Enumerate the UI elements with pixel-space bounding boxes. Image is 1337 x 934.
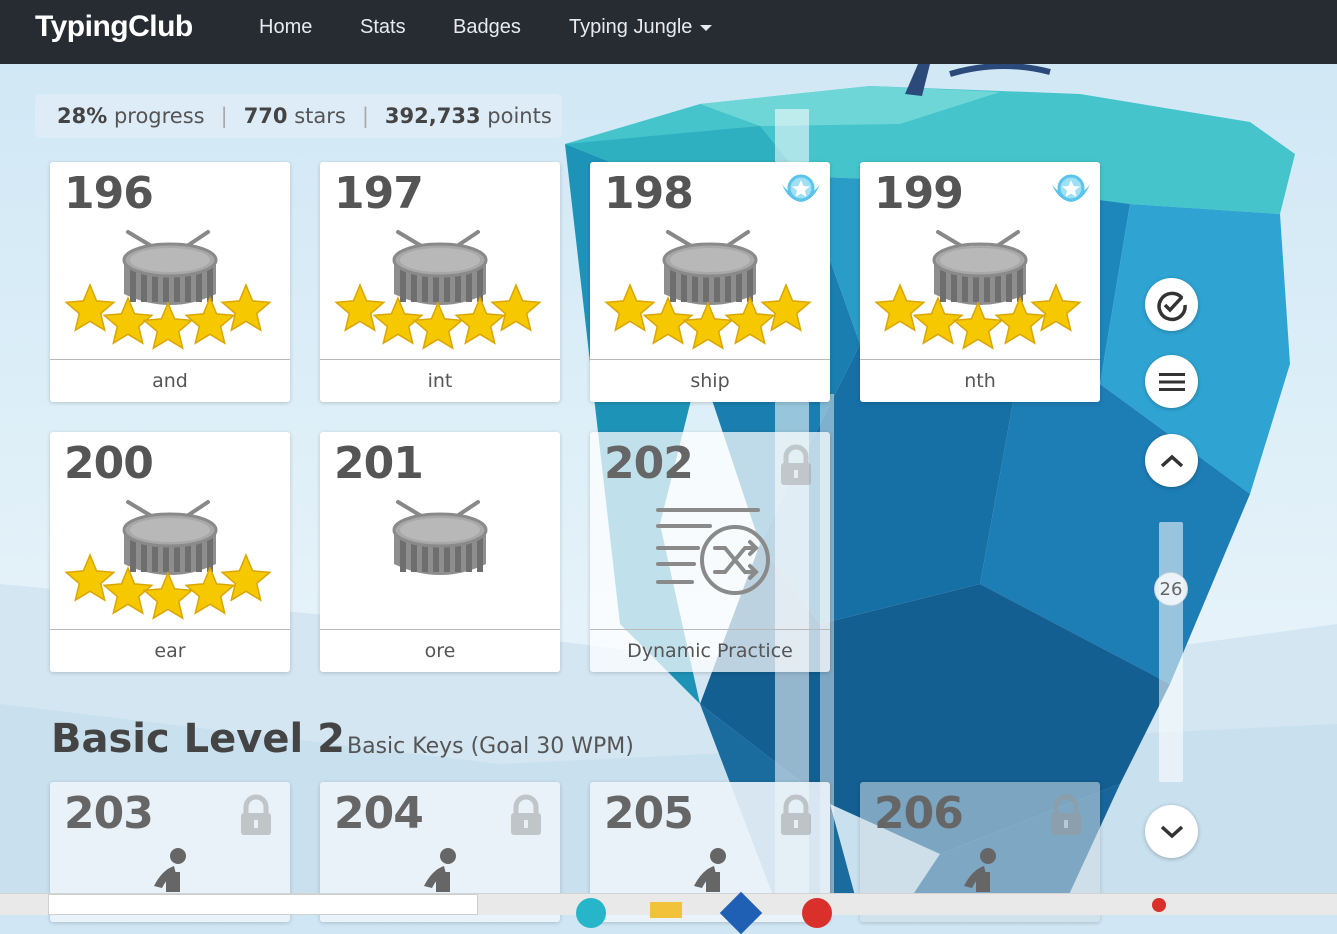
lesson-label: ship: [590, 359, 830, 402]
lesson-card-197[interactable]: 197 int: [320, 162, 560, 402]
typist-icon: [694, 848, 726, 892]
lock-icon: [781, 444, 811, 485]
lesson-number: 197: [334, 168, 424, 219]
lesson-card-202[interactable]: 202 Dynamic Practice: [590, 432, 830, 672]
nav-typing-jungle-label: Typing Jungle: [569, 16, 693, 38]
folder-app-icon[interactable]: [650, 902, 682, 918]
drum-icon: [860, 220, 1100, 360]
lesson-number: 204: [334, 788, 424, 839]
lesson-label: nth: [860, 359, 1100, 402]
lesson-number: 202: [604, 438, 694, 489]
drum-icon: [50, 220, 290, 360]
stars-label: stars: [294, 104, 346, 128]
lesson-card-200[interactable]: 200 ear: [50, 432, 290, 672]
star-icon: [142, 301, 194, 350]
lock-icon: [781, 794, 811, 835]
scroll-up-button[interactable]: [1145, 434, 1198, 487]
drum-icon: [320, 220, 560, 360]
star-icon: [604, 283, 656, 332]
star-icon: [64, 283, 116, 332]
lesson-label: and: [50, 359, 290, 402]
summary-separator: |: [361, 104, 369, 128]
star-icon: [760, 283, 812, 332]
star-icon: [1030, 283, 1082, 332]
star-icon: [952, 301, 1004, 350]
os-taskbar: [0, 891, 1337, 934]
menu-button[interactable]: [1145, 355, 1198, 408]
drum-icon: [320, 490, 560, 630]
star-icon: [220, 283, 272, 332]
progress-label: progress: [113, 104, 205, 128]
check-circle-icon: [1156, 291, 1187, 321]
typist-icon: [424, 848, 456, 892]
notification-badge: [1152, 898, 1166, 912]
lesson-label: ear: [50, 629, 290, 672]
section-title: Basic Level 2: [51, 716, 345, 762]
lesson-card-198[interactable]: 198 ship: [590, 162, 830, 402]
lesson-number: 199: [874, 168, 964, 219]
nav-stats[interactable]: Stats: [360, 16, 406, 39]
star-icon: [142, 571, 194, 620]
store-app-icon[interactable]: [719, 891, 763, 934]
stars-value: 770: [243, 104, 288, 128]
star-icon: [64, 553, 116, 602]
section-subtitle: Basic Keys (Goal 30 WPM): [347, 734, 634, 759]
progress-summary: 28% progress | 770 stars | 392,733 point…: [35, 94, 562, 138]
typist-icon: [964, 848, 996, 892]
menu-icon: [1158, 372, 1185, 391]
lesson-number: 203: [64, 788, 154, 839]
drum-icon: [50, 490, 290, 630]
lesson-slider-knob[interactable]: 26: [1154, 572, 1188, 606]
chrome-app-icon[interactable]: [802, 898, 832, 928]
lesson-number: 200: [64, 438, 154, 489]
lesson-card-199[interactable]: 199 nth: [860, 162, 1100, 402]
lesson-number: 196: [64, 168, 154, 219]
chevron-down-icon: [1160, 825, 1183, 838]
star-icon: [874, 283, 926, 332]
browser-app-icon[interactable]: [576, 898, 606, 928]
lesson-number: 201: [334, 438, 424, 489]
nav-typing-jungle[interactable]: Typing Jungle: [569, 16, 713, 39]
points-value: 392,733: [384, 104, 481, 128]
star-icon: [220, 553, 272, 602]
star-icon: [490, 283, 542, 332]
drum-icon: [590, 220, 830, 360]
shuffle-practice-icon: [656, 508, 770, 595]
lesson-label: Dynamic Practice: [590, 629, 830, 672]
chevron-down-icon: [700, 24, 713, 31]
lesson-number: 205: [604, 788, 694, 839]
summary-separator: |: [220, 104, 228, 128]
lesson-label: int: [320, 359, 560, 402]
star-badge-icon: [1052, 174, 1090, 202]
lesson-slider-track[interactable]: [1159, 522, 1183, 782]
top-navbar: TypingClub Home Stats Badges Typing Jung…: [0, 0, 1337, 64]
brand-logo[interactable]: TypingClub: [35, 10, 193, 44]
lesson-card-196[interactable]: 196 and: [50, 162, 290, 402]
star-badge-icon: [782, 174, 820, 202]
star-icon: [412, 301, 464, 350]
progress-value: 28%: [57, 104, 108, 128]
check-progress-button[interactable]: [1145, 278, 1198, 331]
star-icon: [334, 283, 386, 332]
nav-home[interactable]: Home: [259, 16, 312, 39]
taskbar-search[interactable]: [48, 894, 478, 915]
lesson-label: ore: [320, 629, 560, 672]
chevron-up-icon: [1160, 454, 1183, 467]
lock-icon: [1051, 794, 1081, 835]
star-icon: [682, 301, 734, 350]
nav-badges[interactable]: Badges: [453, 16, 521, 39]
lesson-card-201[interactable]: 201 ore: [320, 432, 560, 672]
scroll-down-button[interactable]: [1145, 805, 1198, 858]
typist-icon: [154, 848, 186, 892]
lock-icon: [511, 794, 541, 835]
lesson-number: 198: [604, 168, 694, 219]
points-label: points: [487, 104, 552, 128]
lock-icon: [241, 794, 271, 835]
lesson-number: 206: [874, 788, 964, 839]
